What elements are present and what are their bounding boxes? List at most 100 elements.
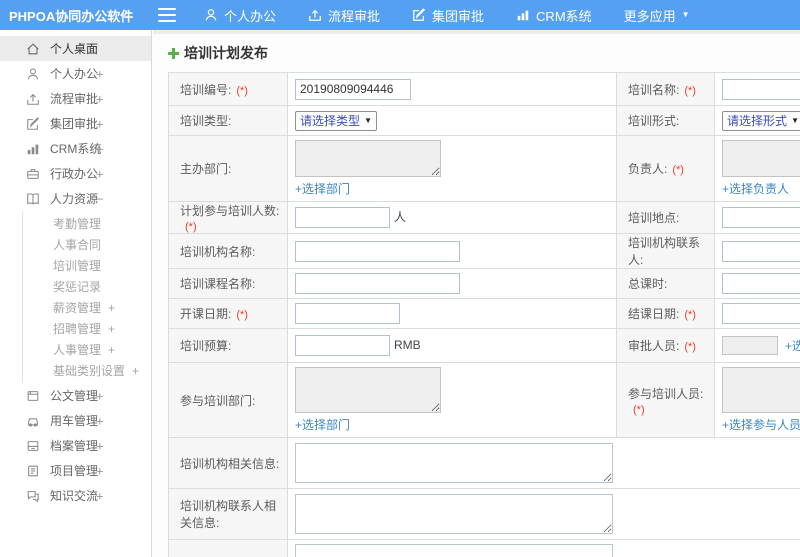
sidebar-subitem-training[interactable]: 培训管理 [23, 255, 151, 276]
hamburger-menu-icon[interactable] [158, 8, 176, 22]
sidebar-subitem-salary[interactable]: 薪资管理 + [23, 297, 151, 318]
form-row: 培训课程名称: 总课时: [168, 268, 800, 299]
topnav-more-apps[interactable]: 更多应用 ▼ [624, 6, 690, 25]
planned-count-input[interactable] [295, 207, 390, 228]
caret-down-icon: ▼ [364, 116, 372, 125]
sidebar-item-project-management[interactable]: 项目管理 + [0, 458, 151, 483]
form-row: 培训类型: 请选择类型 ▼ 培训形式: 请选择形式 ▼ [168, 105, 800, 136]
org-name-input[interactable] [295, 240, 460, 262]
field-label: 培训机构相关信息: [180, 456, 280, 471]
expand-plus-icon[interactable]: + [96, 116, 104, 131]
car-icon [26, 413, 41, 428]
join-department-textarea[interactable] [295, 367, 441, 413]
training-name-input[interactable] [722, 78, 800, 100]
form-row: 主办部门: +选择部门 负责人: (*) +选择负责人 [168, 135, 800, 202]
expand-plus-icon[interactable]: + [96, 388, 104, 403]
field-label: 培训机构联系人: [628, 236, 701, 267]
sidebar-item-workflow-approval[interactable]: 流程审批 + [0, 86, 151, 111]
expand-plus-icon[interactable]: + [96, 141, 104, 156]
field-label: 总课时: [628, 277, 668, 291]
select-leader-link[interactable]: +选择负责人 [722, 180, 789, 197]
sidebar-item-document-management[interactable]: 公文管理 + [0, 383, 151, 408]
sidebar-item-group-approval[interactable]: 集团审批 + [0, 111, 151, 136]
top-nav: 个人办公 流程审批 集团审批 CRM系统 更多应用 ▼ [204, 6, 690, 25]
sidebar-item-admin-office[interactable]: 行政办公 + [0, 161, 151, 186]
training-number-input[interactable] [295, 78, 411, 100]
expand-plus-icon[interactable]: + [108, 343, 115, 357]
org-contact-input[interactable] [722, 240, 800, 262]
sidebar-subitem-personnel[interactable]: 人事管理 + [23, 339, 151, 360]
course-name-input[interactable] [295, 273, 460, 294]
approver-box[interactable] [722, 336, 778, 355]
sidebar-item-label: 流程审批 [50, 92, 99, 106]
leader-textarea[interactable] [722, 140, 800, 177]
topnav-personal-office[interactable]: 个人办公 [204, 6, 276, 25]
topnav-group-approval[interactable]: 集团审批 [412, 6, 484, 25]
expand-plus-icon[interactable]: + [96, 438, 104, 453]
sidebar-subitem-label: 招聘管理 [53, 322, 102, 336]
topnav-workflow-approval[interactable]: 流程审批 [308, 6, 380, 25]
sidebar-subitem-attendance[interactable]: 考勤管理 [23, 213, 151, 234]
budget-input[interactable] [295, 335, 390, 356]
training-type-select[interactable]: 请选择类型 ▼ [295, 110, 377, 131]
topnav-crm-system[interactable]: CRM系统 [516, 6, 592, 25]
field-label: 培训机构联系人相关信息: [180, 499, 277, 530]
top-header: PHPOA协同办公软件 个人办公 流程审批 集团审批 CRM系统 更多应用 ▼ [0, 0, 800, 30]
sidebar-subitem-hr-contract[interactable]: 人事合同 [23, 234, 151, 255]
form-row: 开课日期: (*) 结课日期: (*) [168, 298, 800, 329]
join-people-textarea[interactable] [722, 367, 800, 413]
caret-down-icon: ▼ [681, 10, 690, 19]
sidebar-item-human-resources[interactable]: 人力资源 − [0, 186, 151, 211]
select-department-link[interactable]: +选择部门 [295, 180, 350, 197]
sidebar-item-vehicle-management[interactable]: 用车管理 + [0, 408, 151, 433]
expand-plus-icon[interactable]: + [108, 322, 115, 336]
sidebar-item-personal-office[interactable]: 个人办公 + [0, 61, 151, 86]
topnav-label: 流程审批 [328, 8, 381, 24]
sidebar-subitem-reward-record[interactable]: 奖惩记录 [23, 276, 151, 297]
training-plan-form: 培训编号: (*) 培训名称: (*) 培训类型: 请选择类型▼ 培训形式: 请选择… [168, 72, 800, 557]
sidebar-item-archive-management[interactable]: 档案管理 + [0, 433, 151, 458]
expand-plus-icon[interactable]: + [108, 301, 115, 315]
expand-plus-icon[interactable]: + [132, 364, 139, 378]
sidebar-subitem-base-category[interactable]: 基础类别设置 + [23, 360, 151, 381]
sidebar-item-label: 人力资源 [50, 192, 99, 206]
expand-plus-icon[interactable]: + [96, 413, 104, 428]
host-department-textarea[interactable] [295, 140, 441, 177]
sidebar-subitem-recruitment[interactable]: 招聘管理 + [23, 318, 151, 339]
field-label: 培训名称: [628, 82, 680, 97]
expand-plus-icon[interactable]: + [96, 66, 104, 81]
expand-plus-icon[interactable]: + [96, 488, 104, 503]
sidebar-subitem-label: 培训管理 [53, 259, 102, 273]
user-icon [204, 8, 218, 22]
form-row: 培训机构联系人相关信息: [168, 488, 800, 540]
expand-plus-icon[interactable]: + [96, 166, 104, 181]
collapse-minus-icon[interactable]: − [96, 191, 104, 206]
archive-icon [26, 438, 41, 453]
bar-chart-icon [516, 8, 530, 22]
sidebar-item-label: 知识交流 [50, 489, 99, 503]
total-hours-input[interactable] [722, 273, 800, 294]
sidebar-subitem-label: 基础类别设置 [53, 364, 126, 378]
sidebar-item-crm-system[interactable]: CRM系统 + [0, 136, 151, 161]
field-label: 负责人: [628, 162, 668, 176]
select-approver-link[interactable]: +选择审批人员 [785, 337, 800, 354]
expand-plus-icon[interactable]: + [96, 91, 104, 106]
requirements-textarea[interactable] [295, 544, 613, 557]
end-date-input[interactable] [722, 303, 800, 324]
field-label: 培训课程名称: [180, 277, 256, 291]
sidebar-submenu-hr: 考勤管理 人事合同 培训管理 奖惩记录 薪资管理 + 招聘管理 + 人事管理 + [22, 211, 151, 383]
org-info-textarea[interactable] [295, 443, 613, 483]
required-mark: (*) [684, 341, 696, 353]
topnav-label: 个人办公 [224, 8, 277, 24]
sidebar-subitem-label: 人事合同 [53, 238, 102, 252]
location-input[interactable] [722, 207, 800, 228]
training-mode-select[interactable]: 请选择形式 ▼ [722, 110, 800, 131]
select-department-link[interactable]: +选择部门 [295, 416, 350, 433]
sidebar-item-personal-desktop[interactable]: 个人桌面 [0, 36, 151, 61]
expand-plus-icon[interactable]: + [96, 463, 104, 478]
start-date-input[interactable] [295, 303, 400, 324]
select-join-people-link[interactable]: +选择参与人员 [722, 416, 800, 433]
sidebar-item-knowledge-exchange[interactable]: 知识交流 + [0, 483, 151, 508]
org-contact-info-textarea[interactable] [295, 494, 613, 534]
sidebar-item-label: 项目管理 [50, 464, 99, 478]
